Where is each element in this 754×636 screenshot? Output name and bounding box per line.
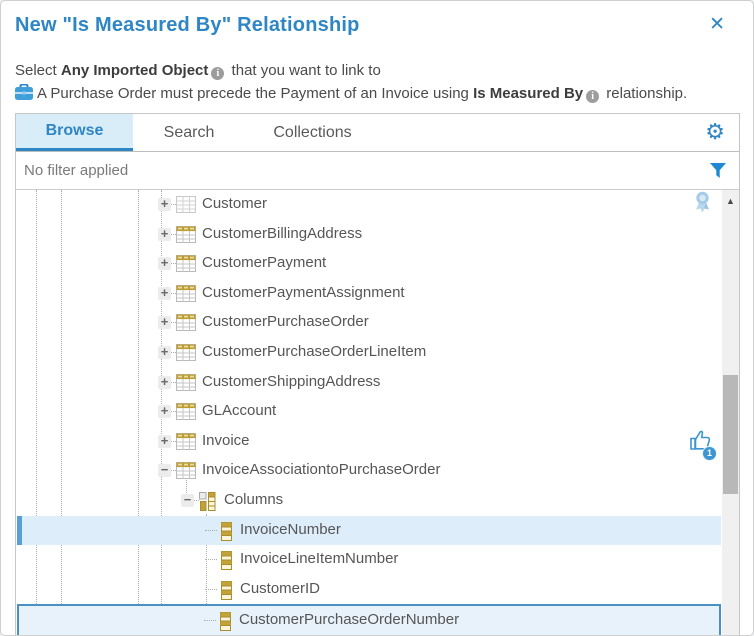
filter-bar: No filter applied	[16, 152, 739, 190]
table-icon	[176, 255, 196, 277]
tree-connector	[204, 620, 216, 621]
rule-description-line: A Purchase Order must precede the Paymen…	[15, 82, 687, 107]
dialog-title: New "Is Measured By" Relationship	[15, 14, 360, 37]
table-icon	[176, 344, 196, 366]
tree-item-CustomerPurchaseOrderNumber[interactable]: CustomerPurchaseOrderNumber	[17, 604, 721, 636]
tree-item-label: CustomerID	[240, 580, 320, 597]
tree-item-label: GLAccount	[202, 402, 276, 419]
expand-plus-icon[interactable]: +	[158, 435, 171, 448]
table-icon	[176, 374, 196, 396]
tree-item-label: Columns	[224, 491, 283, 508]
table-icon	[176, 226, 196, 248]
select-instruction-line: Select Any Imported Objecti that you wan…	[15, 59, 687, 82]
tree-item-label: InvoiceNumber	[240, 521, 341, 538]
table-muted-icon	[176, 196, 196, 218]
expand-plus-icon[interactable]: +	[158, 316, 171, 329]
tree-item-label: InvoiceAssociationtoPurchaseOrder	[202, 461, 440, 478]
tree-item-InvoiceAssociationtoPurchaseOrder[interactable]: − InvoiceAssociationtoPurchaseOrder	[17, 456, 721, 485]
info-icon[interactable]: i	[211, 67, 224, 80]
briefcase-icon	[15, 84, 33, 107]
object-type-label: Any Imported Object	[61, 62, 209, 79]
new-relationship-dialog: New "Is Measured By" Relationship ✕ Sele…	[0, 0, 754, 636]
tree-item-InvoiceNumber[interactable]: InvoiceNumber	[17, 516, 721, 545]
tree-connector	[205, 530, 217, 531]
expand-plus-icon[interactable]: +	[158, 198, 171, 211]
table-icon	[176, 314, 196, 336]
tree-item-label: Invoice	[202, 432, 250, 449]
expand-plus-icon[interactable]: +	[158, 405, 171, 418]
column-icon	[221, 522, 232, 546]
close-icon[interactable]: ✕	[709, 15, 725, 35]
tree-scrollbar[interactable]: ▲	[722, 190, 739, 636]
column-icon	[221, 551, 232, 575]
object-tree: ▲ + Customer + CustomerBillingAddress + Custo…	[16, 190, 739, 636]
tree-item-CustomerPayment[interactable]: + CustomerPayment	[17, 249, 721, 278]
relationship-type-label: Is Measured By	[473, 85, 583, 102]
tree-connector	[205, 589, 217, 590]
table-icon	[176, 433, 196, 455]
tab-browse[interactable]: Browse	[16, 114, 133, 151]
expand-plus-icon[interactable]: +	[158, 376, 171, 389]
expand-plus-icon[interactable]: +	[158, 257, 171, 270]
filter-funnel-icon[interactable]	[710, 162, 727, 184]
intro-text: Select Any Imported Objecti that you wan…	[15, 59, 687, 107]
tree-item-CustomerID[interactable]: CustomerID	[17, 575, 721, 604]
expand-plus-icon[interactable]: +	[158, 228, 171, 241]
expand-plus-icon[interactable]: +	[158, 346, 171, 359]
tree-item-label: CustomerShippingAddress	[202, 373, 380, 390]
scrollbar-thumb[interactable]	[723, 375, 738, 494]
columns-group-icon	[199, 492, 216, 516]
column-icon	[220, 612, 231, 636]
tree-item-CustomerPaymentAssignment[interactable]: + CustomerPaymentAssignment	[17, 279, 721, 308]
tree-item-CustomerPurchaseOrder[interactable]: + CustomerPurchaseOrder	[17, 308, 721, 337]
tree-item-CustomerShippingAddress[interactable]: + CustomerShippingAddress	[17, 368, 721, 397]
tree-item-Invoice[interactable]: + Invoice 1	[17, 427, 721, 456]
tree-item-GLAccount[interactable]: + GLAccount	[17, 397, 721, 426]
select-suffix: that you want to link to	[227, 62, 380, 79]
select-prefix: Select	[15, 62, 61, 79]
rule-prefix: A Purchase Order must precede the Paymen…	[37, 85, 473, 102]
filter-status: No filter applied	[24, 162, 128, 179]
browser-tabbar: Browse Search Collections ⚙	[16, 114, 739, 152]
scrollbar-up-arrow-icon[interactable]: ▲	[722, 196, 739, 206]
tree-item-Columns[interactable]: − Columns	[17, 486, 721, 515]
tab-collections[interactable]: Collections	[245, 114, 380, 151]
tree-item-label: CustomerPurchaseOrderLineItem	[202, 343, 426, 360]
tree-item-CustomerPurchaseOrderLineItem[interactable]: + CustomerPurchaseOrderLineItem	[17, 338, 721, 367]
table-icon	[176, 403, 196, 425]
award-badge-icon[interactable]	[694, 191, 711, 218]
tree-item-label: CustomerPurchaseOrderNumber	[239, 611, 459, 628]
table-icon	[176, 462, 196, 484]
tree-item-label: CustomerPurchaseOrder	[202, 313, 369, 330]
tree-item-label: CustomerBillingAddress	[202, 225, 362, 242]
rule-suffix: relationship.	[602, 85, 687, 102]
tree-connector	[205, 559, 217, 560]
collapse-minus-icon[interactable]: −	[158, 464, 171, 477]
table-icon	[176, 285, 196, 307]
object-browser-panel: Browse Search Collections ⚙ No filter ap…	[15, 113, 740, 636]
gear-icon[interactable]: ⚙	[705, 119, 725, 145]
collapse-minus-icon[interactable]: −	[181, 494, 194, 507]
tree-item-InvoiceLineItemNumber[interactable]: InvoiceLineItemNumber	[17, 545, 721, 574]
column-icon	[221, 581, 232, 605]
tree-item-label: InvoiceLineItemNumber	[240, 550, 398, 567]
expand-plus-icon[interactable]: +	[158, 287, 171, 300]
info-icon[interactable]: i	[586, 90, 599, 103]
tree-item-label: CustomerPaymentAssignment	[202, 284, 405, 301]
endorsement-thumbs-up-icon[interactable]: 1	[689, 428, 713, 457]
tab-search[interactable]: Search	[133, 114, 245, 151]
tree-item-label: CustomerPayment	[202, 254, 326, 271]
tree-item-Customer[interactable]: + Customer	[17, 190, 721, 219]
tree-item-label: Customer	[202, 195, 267, 212]
tree-item-CustomerBillingAddress[interactable]: + CustomerBillingAddress	[17, 220, 721, 249]
